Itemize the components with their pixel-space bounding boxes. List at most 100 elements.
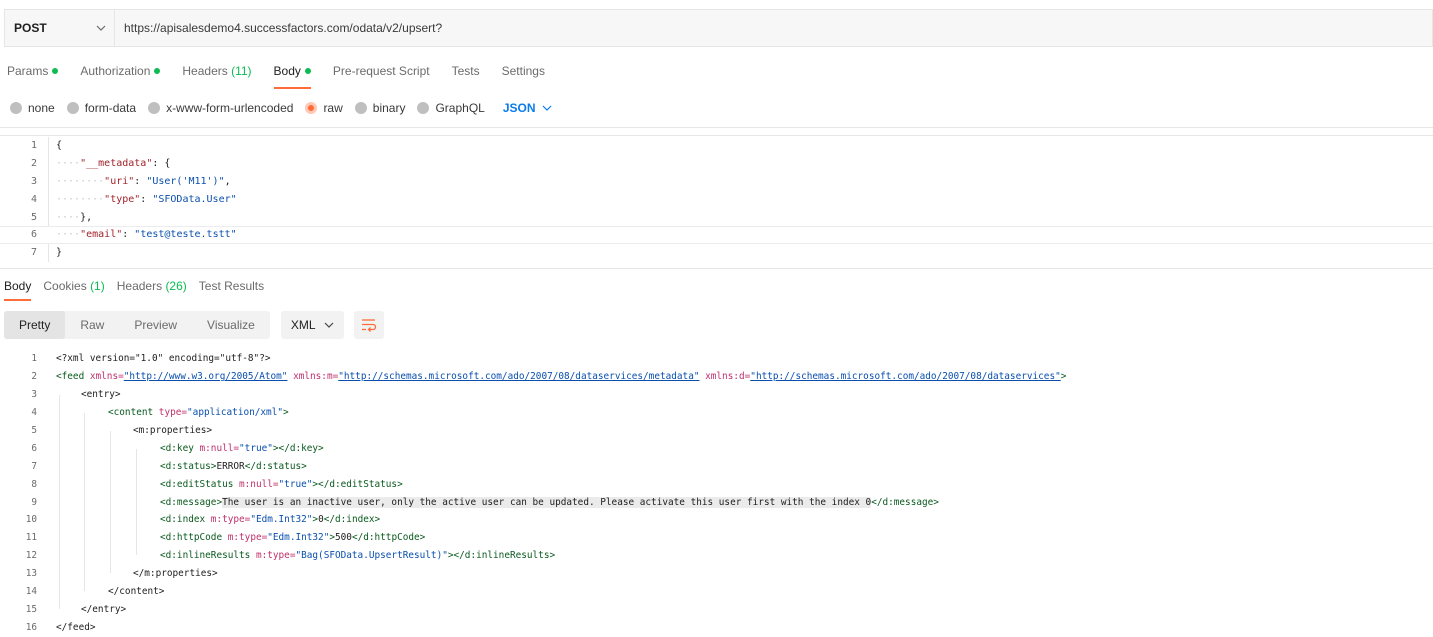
format-label: XML bbox=[290, 318, 316, 332]
response-line: 3 <entry> bbox=[0, 386, 1433, 404]
view-visualize-button[interactable]: Visualize bbox=[192, 311, 270, 339]
response-line: 5 <m:properties> bbox=[0, 422, 1433, 440]
divider bbox=[0, 135, 1433, 136]
code-line: ····"__metadata": { bbox=[56, 158, 171, 170]
xml-tag: <content bbox=[108, 407, 154, 419]
radio-none[interactable]: none bbox=[10, 101, 55, 115]
radio-circle bbox=[66, 102, 79, 114]
xml-attr: xmlns:d= bbox=[699, 371, 751, 383]
xml-tag: ></d:key> bbox=[272, 442, 324, 454]
code-line: ····"email": "test@teste.tstt" bbox=[56, 229, 237, 241]
radio-label: none bbox=[28, 101, 55, 115]
radio-label: binary bbox=[372, 101, 406, 115]
xml-tag: ></d:inlineResults> bbox=[447, 550, 556, 562]
view-raw-button[interactable]: Raw bbox=[65, 311, 119, 339]
code-token: }, bbox=[80, 211, 93, 223]
xml-link[interactable]: "http://schemas.microsoft.com/ado/2007/0… bbox=[750, 371, 1060, 382]
xml-value: "Bag(SFOData.UpsertResult)" bbox=[295, 550, 448, 562]
divider bbox=[0, 127, 1433, 128]
tab-headers-label: Headers bbox=[182, 64, 228, 78]
line-number: 13 bbox=[25, 568, 37, 580]
line-number: 4 bbox=[30, 193, 37, 205]
radio-raw[interactable]: raw bbox=[305, 101, 343, 115]
tab-settings[interactable]: Settings bbox=[502, 64, 545, 88]
xml-link[interactable]: "http://www.w3.org/2005/Atom" bbox=[124, 371, 288, 382]
editor-line: 3 ········"uri": "User('M11')", bbox=[0, 173, 1433, 191]
error-message-text: The user is an inactive user, only the a… bbox=[222, 496, 872, 508]
line-number: 2 bbox=[30, 158, 37, 170]
status-dot bbox=[52, 68, 59, 74]
line-number: 16 bbox=[25, 621, 37, 633]
response-view-toolbar: Pretty Raw Preview Visualize XML bbox=[4, 311, 384, 339]
body-type-options: none form-data x-www-form-urlencoded raw… bbox=[10, 99, 552, 117]
code-line: ········"type": "SFOData.User" bbox=[56, 193, 237, 205]
tab-test-results[interactable]: Test Results bbox=[199, 279, 264, 300]
response-body-viewer[interactable]: 1 <?xml version="1.0" encoding="utf-8"?> … bbox=[0, 350, 1433, 636]
language-select[interactable]: JSON bbox=[503, 101, 552, 115]
radio-label: GraphQL bbox=[435, 101, 485, 115]
tab-params[interactable]: Params bbox=[7, 64, 59, 88]
xml-attr: m:type= bbox=[205, 514, 251, 526]
xml-attr: m:null= bbox=[233, 478, 279, 490]
radio-label: raw bbox=[323, 101, 343, 115]
editor-line: 4 ········"type": "SFOData.User" bbox=[0, 190, 1433, 208]
chevron-down-icon bbox=[96, 25, 106, 31]
cookies-count: (1) bbox=[90, 279, 105, 293]
response-line: 13 </m:properties> bbox=[0, 565, 1433, 583]
json-key: "email" bbox=[80, 229, 123, 241]
xml-text: ERROR bbox=[216, 460, 245, 472]
editor-line: 5 ····}, bbox=[0, 208, 1433, 226]
tab-authorization[interactable]: Authorization bbox=[80, 64, 161, 88]
tab-response-body[interactable]: Body bbox=[4, 279, 32, 301]
code-line: ········"uri": "User('M11')", bbox=[56, 175, 231, 187]
view-pretty-button[interactable]: Pretty bbox=[4, 311, 66, 339]
radio-binary[interactable]: binary bbox=[354, 101, 406, 115]
xml-value: "Edm.Int32" bbox=[267, 532, 330, 544]
wrap-lines-icon bbox=[361, 319, 376, 332]
request-tabs: Params Authorization Headers (11) Body P… bbox=[7, 64, 567, 89]
xml-attr: m:type= bbox=[250, 550, 296, 562]
xml-tag: </entry> bbox=[81, 603, 127, 615]
tab-tests[interactable]: Tests bbox=[452, 64, 480, 88]
radio-circle bbox=[305, 102, 318, 114]
response-line: 1 <?xml version="1.0" encoding="utf-8"?> bbox=[0, 350, 1433, 368]
tab-prerequest-script[interactable]: Pre-request Script bbox=[333, 64, 430, 88]
view-mode-switch: Pretty Raw Preview Visualize bbox=[4, 311, 270, 339]
code-line: <d:index m:type="Edm.Int32">0</d:index> bbox=[160, 514, 380, 525]
tab-headers[interactable]: Headers (11) bbox=[182, 64, 251, 88]
response-line: 8 <d:editStatus m:null="true"></d:editSta… bbox=[0, 475, 1433, 493]
editor-line: 7} bbox=[0, 244, 1433, 262]
response-line: 14 </content> bbox=[0, 583, 1433, 601]
response-line: 7 <d:status>ERROR</d:status> bbox=[0, 457, 1433, 475]
tab-response-headers[interactable]: Headers (26) bbox=[117, 279, 187, 300]
line-number: 1 bbox=[30, 140, 37, 152]
url-input[interactable]: https://apisalesdemo4.successfactors.com… bbox=[115, 21, 442, 35]
radio-graphql[interactable]: GraphQL bbox=[417, 101, 485, 115]
xml-tag: </d:httpCode> bbox=[351, 532, 426, 544]
xml-text: 500 bbox=[335, 532, 352, 544]
line-number: 3 bbox=[31, 389, 37, 401]
json-string: "SFOData.User" bbox=[152, 193, 237, 205]
editor-line: 2 ····"__metadata": { bbox=[0, 155, 1433, 173]
xml-attr: m:type= bbox=[222, 532, 268, 544]
radio-urlencoded[interactable]: x-www-form-urlencoded bbox=[148, 101, 293, 115]
xml-tag: > bbox=[1060, 371, 1067, 383]
response-line: 10 <d:index m:type="Edm.Int32">0</d:index… bbox=[0, 511, 1433, 529]
editor-line: 1{ bbox=[0, 137, 1433, 155]
radio-form-data[interactable]: form-data bbox=[66, 101, 136, 115]
json-key: "uri" bbox=[104, 175, 135, 187]
xml-value: "true" bbox=[278, 478, 313, 490]
tab-cookies[interactable]: Cookies (1) bbox=[43, 279, 104, 300]
tab-body[interactable]: Body bbox=[273, 64, 312, 89]
method-select[interactable]: POST bbox=[5, 10, 115, 46]
json-key: "__metadata" bbox=[80, 158, 153, 170]
line-number: 5 bbox=[31, 425, 37, 436]
xml-link[interactable]: "http://schemas.microsoft.com/ado/2007/0… bbox=[338, 371, 699, 382]
code-token: { bbox=[56, 140, 63, 152]
code-line: { bbox=[56, 140, 62, 151]
wrap-lines-button[interactable] bbox=[353, 311, 384, 339]
request-body-editor[interactable]: 1{ 2 ····"__metadata": { 3 ········"uri": … bbox=[0, 137, 1433, 262]
format-select[interactable]: XML bbox=[280, 311, 344, 339]
view-preview-button[interactable]: Preview bbox=[119, 311, 192, 339]
xml-tag: <d:editStatus bbox=[160, 478, 234, 490]
